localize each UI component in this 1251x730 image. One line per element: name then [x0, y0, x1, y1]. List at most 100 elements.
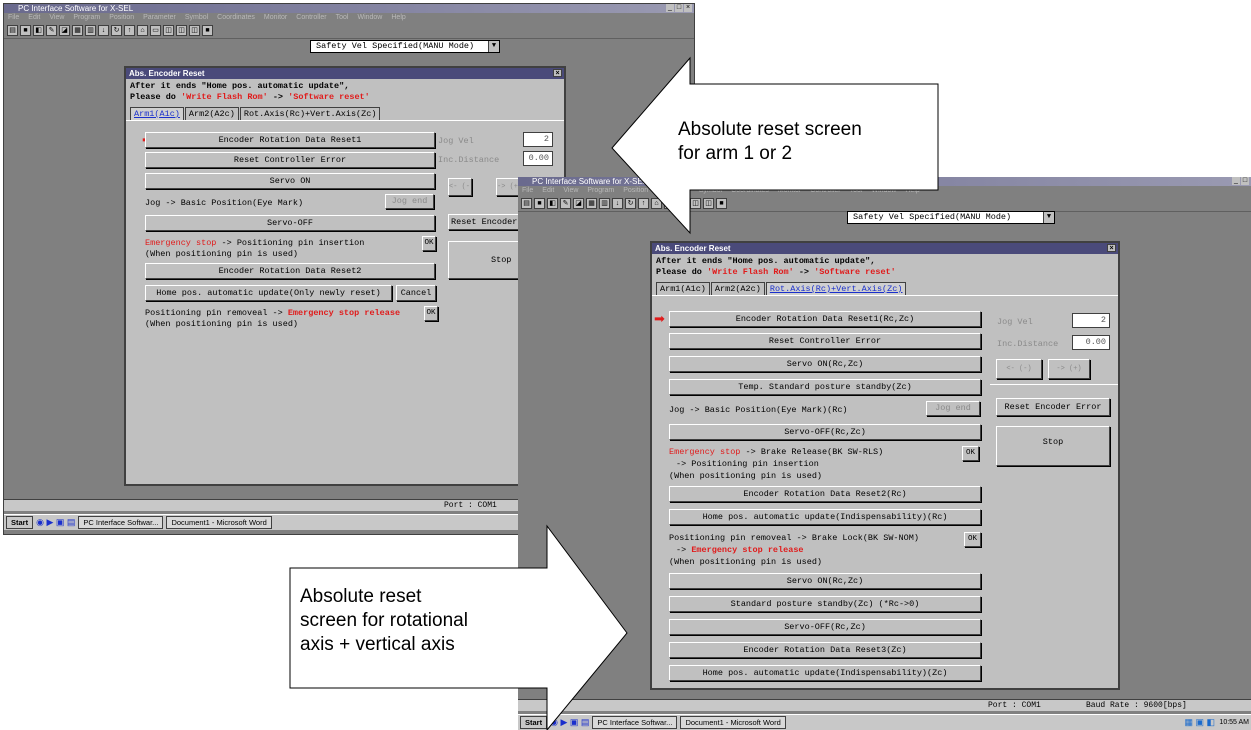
- menu-tool[interactable]: Tool: [850, 187, 863, 194]
- inc-distance-field[interactable]: 0.00: [523, 151, 553, 166]
- stop-icon[interactable]: ■: [716, 198, 727, 209]
- table-icon[interactable]: ▥: [85, 25, 96, 36]
- open-icon[interactable]: ▤: [7, 25, 18, 36]
- ok-button-2[interactable]: OK: [424, 306, 438, 321]
- jog-minus-button[interactable]: <- (-): [448, 178, 472, 196]
- close-icon[interactable]: ×: [553, 69, 562, 77]
- chevron-down-icon[interactable]: ▼: [488, 41, 499, 52]
- servo-off-button[interactable]: Servo-OFF(Rc,Zc): [669, 424, 981, 440]
- menu-program[interactable]: Program: [73, 14, 100, 21]
- monitor2-icon[interactable]: ◫: [176, 25, 187, 36]
- reset-encoder-error-button[interactable]: Reset Encoder Error: [996, 398, 1110, 416]
- start-button[interactable]: Start: [520, 716, 548, 729]
- quicklaunch-icons[interactable]: ◉ ▶ ▣ ▤: [550, 717, 589, 728]
- menu-program[interactable]: Program: [587, 187, 614, 194]
- close-icon[interactable]: ×: [1107, 244, 1116, 252]
- grid-icon[interactable]: ▦: [72, 25, 83, 36]
- menu-window[interactable]: Window: [871, 187, 896, 194]
- ok-button-1[interactable]: OK: [962, 446, 979, 461]
- start-button[interactable]: Start: [6, 516, 34, 529]
- jog-end-button[interactable]: Jog end: [385, 194, 434, 209]
- symbol-icon[interactable]: ◪: [573, 198, 584, 209]
- task-word[interactable]: Document1 - Microsoft Word: [680, 716, 786, 729]
- tool-icon[interactable]: ◧: [33, 25, 44, 36]
- save-icon[interactable]: ■: [534, 198, 545, 209]
- menu-view[interactable]: View: [49, 14, 64, 21]
- menu-tool[interactable]: Tool: [336, 14, 349, 21]
- minimize-icon[interactable]: _: [1232, 177, 1240, 185]
- menu-parameter[interactable]: Parameter: [143, 14, 176, 21]
- reset-controller-error-button[interactable]: Reset Controller Error: [669, 333, 981, 349]
- table-icon[interactable]: ▥: [599, 198, 610, 209]
- edit-icon[interactable]: ✎: [560, 198, 571, 209]
- up-icon[interactable]: ↑: [124, 25, 135, 36]
- reset-controller-error-button[interactable]: Reset Controller Error: [145, 152, 435, 168]
- inc-distance-field[interactable]: 0.00: [1072, 335, 1110, 350]
- tab-arm2[interactable]: Arm2(A2c): [710, 282, 765, 295]
- jog-plus-button[interactable]: -> (+): [1048, 359, 1090, 379]
- task-word[interactable]: Document1 - Microsoft Word: [166, 516, 272, 529]
- encoder-rotation-reset1-button[interactable]: Encoder Rotation Data Reset1(Rc,Zc): [669, 311, 981, 327]
- down-arrow-icon[interactable]: ↓: [612, 198, 623, 209]
- up-icon[interactable]: ↑: [638, 198, 649, 209]
- tool-icon[interactable]: ◧: [547, 198, 558, 209]
- down-arrow-icon[interactable]: ↓: [98, 25, 109, 36]
- grid-icon[interactable]: ▦: [586, 198, 597, 209]
- monitor-icon[interactable]: ◫: [677, 198, 688, 209]
- home-icon[interactable]: ⌂: [651, 198, 662, 209]
- menu-help[interactable]: Help: [391, 14, 405, 21]
- monitor3-icon[interactable]: ◫: [189, 25, 200, 36]
- home-auto-update-button[interactable]: Home pos. automatic update(Indispensabil…: [669, 509, 981, 525]
- stop-button[interactable]: Stop: [996, 426, 1110, 466]
- jog-minus-button[interactable]: <- (-): [996, 359, 1042, 379]
- panel-icon[interactable]: ▭: [664, 198, 675, 209]
- refresh-icon[interactable]: ↻: [111, 25, 122, 36]
- close-icon[interactable]: ×: [684, 4, 692, 12]
- encoder-rotation-reset2-button[interactable]: Encoder Rotation Data Reset2: [145, 263, 435, 279]
- save-icon[interactable]: ■: [20, 25, 31, 36]
- home-icon[interactable]: ⌂: [137, 25, 148, 36]
- symbol-icon[interactable]: ◪: [59, 25, 70, 36]
- monitor2-icon[interactable]: ◫: [690, 198, 701, 209]
- ok-button-2[interactable]: OK: [964, 532, 981, 547]
- tab-arm1[interactable]: Arm1(A1c): [656, 282, 710, 295]
- tab-arm2[interactable]: Arm2(A2c): [184, 107, 239, 120]
- jog-plus-button[interactable]: -> (+): [496, 178, 520, 196]
- menu-controller[interactable]: Controller: [810, 187, 840, 194]
- menu-window[interactable]: Window: [357, 14, 382, 21]
- restore-icon[interactable]: □: [1241, 177, 1249, 185]
- menu-monitor[interactable]: Monitor: [778, 187, 801, 194]
- servo-on-button[interactable]: Servo ON(Rc,Zc): [669, 356, 981, 372]
- servo-off-button[interactable]: Servo-OFF: [145, 215, 435, 231]
- menu-position[interactable]: Position: [109, 14, 134, 21]
- tab-rot-vert-axis[interactable]: Rot.Axis(Rc)+Vert.Axis(Zc): [765, 282, 907, 295]
- monitor-icon[interactable]: ◫: [163, 25, 174, 36]
- jog-vel-field[interactable]: 2: [523, 132, 553, 147]
- task-pc-interface[interactable]: PC Interface Softwar...: [592, 716, 678, 729]
- menu-view[interactable]: View: [563, 187, 578, 194]
- menu-controller[interactable]: Controller: [296, 14, 326, 21]
- encoder-rotation-reset3-button[interactable]: Encoder Rotation Data Reset3(Zc): [669, 642, 981, 658]
- open-icon[interactable]: ▤: [521, 198, 532, 209]
- ok-button-1[interactable]: OK: [422, 236, 436, 251]
- mode-select-2[interactable]: Safety Vel Specified(MANU Mode) ▼: [847, 211, 1055, 224]
- menu-file[interactable]: File: [522, 187, 533, 194]
- chevron-down-icon[interactable]: ▼: [1043, 212, 1054, 223]
- home-auto-update-button[interactable]: Home pos. automatic update(Only newly re…: [145, 285, 392, 301]
- menu-position[interactable]: Position: [623, 187, 648, 194]
- menu-symbol[interactable]: Symbol: [699, 187, 722, 194]
- menu-monitor[interactable]: Monitor: [264, 14, 287, 21]
- menu-coordinates[interactable]: Coordinates: [731, 187, 769, 194]
- stop-icon[interactable]: ■: [202, 25, 213, 36]
- maximize-icon[interactable]: □: [675, 4, 683, 12]
- quicklaunch-icons[interactable]: ◉ ▶ ▣ ▤: [36, 517, 75, 528]
- servo-on-button-2[interactable]: Servo ON(Rc,Zc): [669, 573, 981, 589]
- cancel-button[interactable]: Cancel: [396, 285, 436, 301]
- mode-select-1[interactable]: Safety Vel Specified(MANU Mode) ▼: [310, 40, 500, 53]
- refresh-icon[interactable]: ↻: [625, 198, 636, 209]
- tab-arm1[interactable]: Arm1(A1c): [130, 107, 184, 120]
- menu-coordinates[interactable]: Coordinates: [217, 14, 255, 21]
- edit-icon[interactable]: ✎: [46, 25, 57, 36]
- minimize-icon[interactable]: _: [666, 4, 674, 12]
- menu-parameter[interactable]: Parameter: [657, 187, 690, 194]
